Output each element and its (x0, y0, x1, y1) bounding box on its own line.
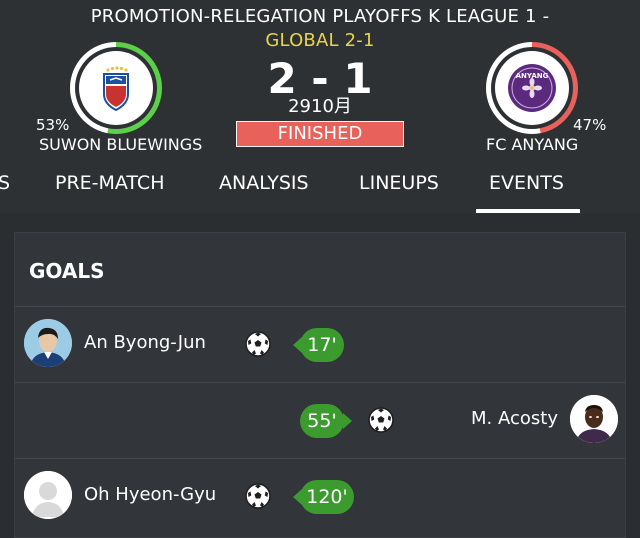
tab-analysis[interactable]: ANALYSIS (219, 170, 309, 196)
goal-minute-badge: 55' (300, 404, 352, 438)
away-possession-ring: ANYANG (486, 42, 578, 134)
match-tabs: S PRE-MATCH ANALYSIS LINEUPS EVENTS (0, 164, 640, 214)
player-avatar (24, 319, 72, 367)
player-name: Oh Hyeon-Gyu (84, 484, 217, 505)
home-possession: 53% (36, 116, 70, 134)
soccer-ball-icon (245, 483, 271, 509)
active-tab-indicator (476, 209, 580, 213)
home-team-name: SUWON BLUEWINGS (39, 135, 203, 154)
player-name: M. Acosty (471, 408, 558, 429)
away-team-name: FC ANYANG (486, 135, 579, 154)
player-avatar-placeholder (24, 471, 72, 519)
goals-section-title: GOALS (29, 259, 105, 283)
goal-minute-badge: 120' (293, 480, 354, 514)
tab-partial[interactable]: S (0, 170, 10, 196)
away-possession: 47% (573, 116, 607, 134)
soccer-ball-icon (245, 331, 271, 357)
goal-row[interactable]: 55' M. Acosty (15, 383, 625, 458)
player-avatar (570, 395, 618, 443)
match-status-badge: FINISHED (236, 121, 404, 147)
tab-pre-match[interactable]: PRE-MATCH (55, 170, 164, 196)
events-card: GOALS An Byong-Jun 17' 55' M. Acosty Oh … (14, 232, 626, 538)
soccer-ball-icon (368, 407, 394, 433)
goal-row[interactable]: Oh Hyeon-Gyu 120' (15, 459, 625, 534)
away-team[interactable]: ANYANG 47% FC ANYANG (420, 0, 640, 160)
tab-events[interactable]: EVENTS (489, 170, 564, 196)
fc-anyang-crest-icon: ANYANG (508, 64, 556, 112)
match-header: PROMOTION-RELEGATION PLAYOFFS K LEAGUE 1… (0, 0, 640, 214)
tab-lineups[interactable]: LINEUPS (359, 170, 439, 196)
goal-row[interactable]: An Byong-Jun 17' (15, 307, 625, 382)
goal-minute-badge: 17' (293, 328, 344, 362)
player-name: An Byong-Jun (84, 332, 206, 353)
